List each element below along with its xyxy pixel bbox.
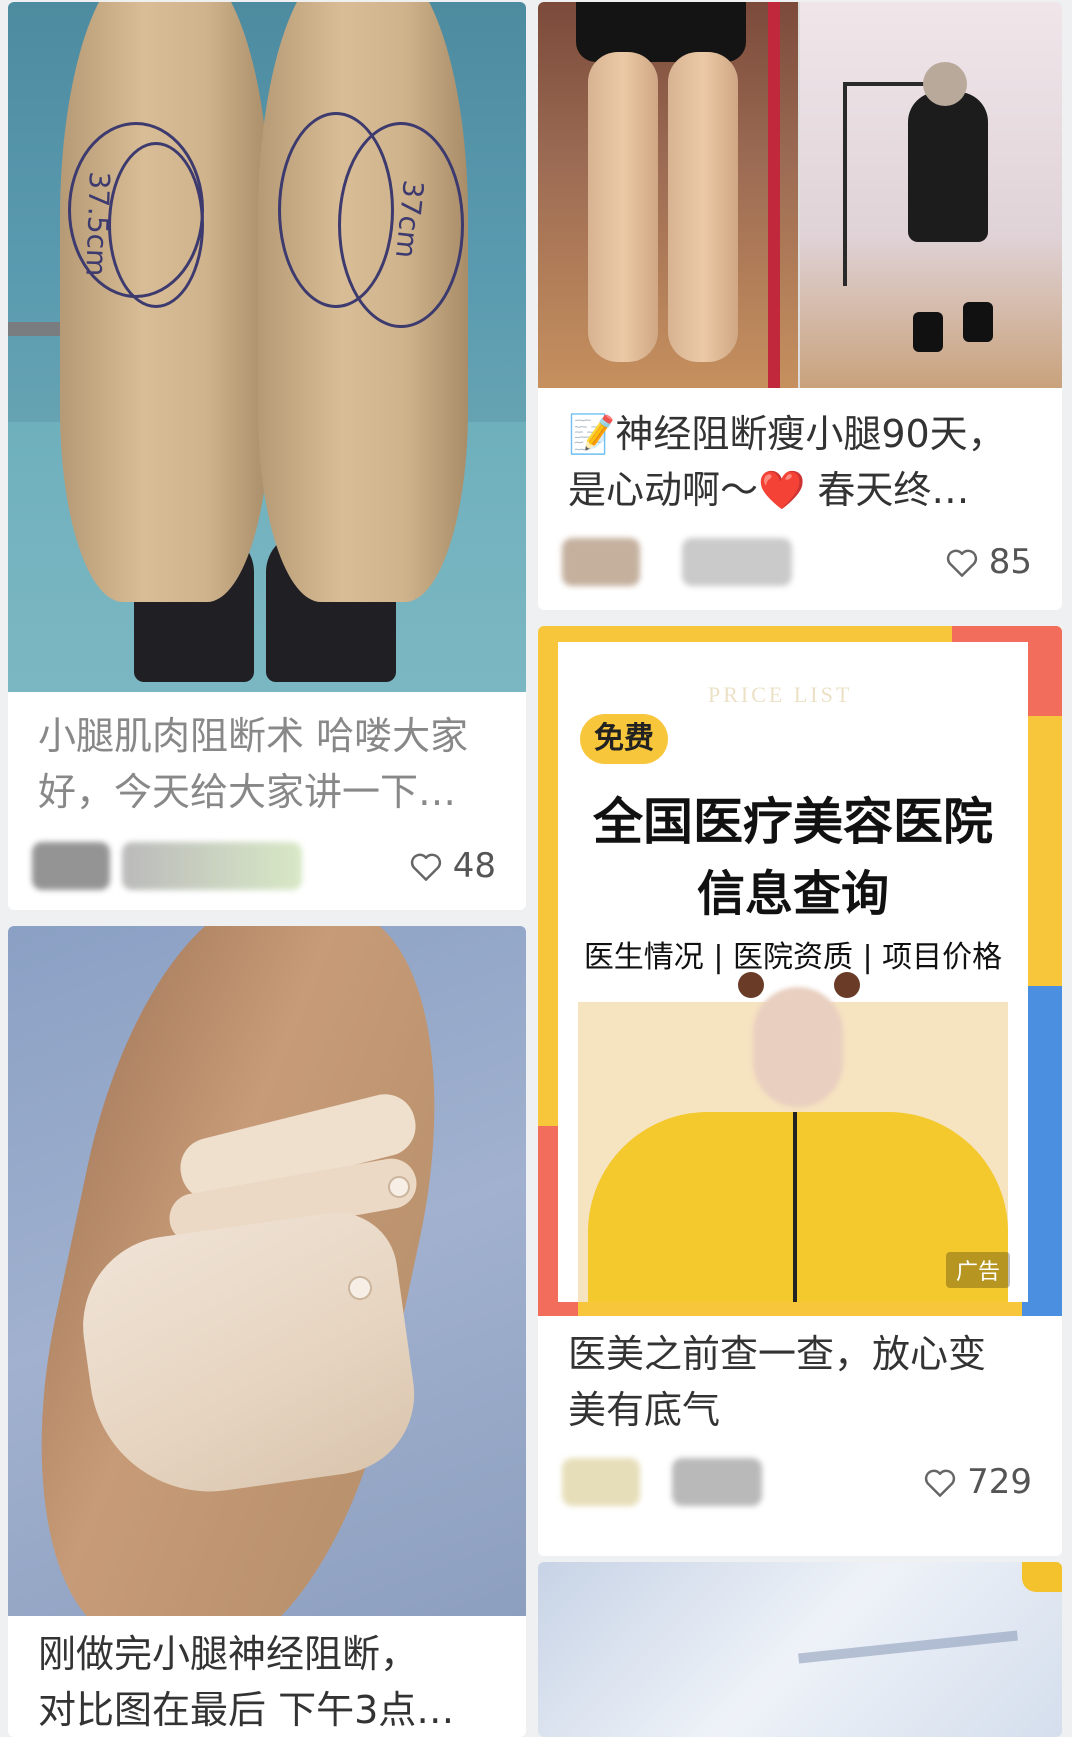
feed-card-nerve-block-90-days[interactable]: 📝神经阻断瘦小腿90天， 是心动啊～❤️ 春天终… 85 — [538, 2, 1062, 610]
like-button[interactable]: 729 — [923, 1452, 1032, 1512]
post-meta: 48 — [32, 836, 496, 896]
post-image — [8, 926, 526, 1616]
free-badge: 免费 — [580, 714, 668, 764]
post-image — [538, 2, 1062, 388]
author-name[interactable] — [122, 842, 302, 890]
author-name[interactable] — [682, 538, 792, 586]
post-title-line-2: 对比图在最后 下午3点… — [38, 1688, 455, 1732]
post-title-line-1: 医美之前查一查，放心变 — [568, 1332, 987, 1376]
like-count: 729 — [967, 1462, 1032, 1502]
post-image: 37.5cm 37cm — [8, 2, 526, 692]
ad-features: 医生情况 | 医院资质 | 项目价格 — [583, 940, 1003, 975]
post-image — [538, 1562, 1062, 1737]
author-avatar[interactable] — [32, 842, 110, 890]
post-meta: 729 — [562, 1452, 1032, 1512]
heart-outline-icon — [946, 549, 977, 577]
like-button[interactable]: 85 — [945, 532, 1032, 592]
author-avatar[interactable] — [562, 1458, 640, 1506]
ad-headline: 全国医疗美容医院 — [593, 793, 993, 851]
like-count: 48 — [452, 846, 496, 886]
post-meta: 85 — [562, 532, 1032, 592]
ad-subheadline: 信息查询 — [696, 866, 889, 922]
like-button[interactable]: 48 — [409, 836, 496, 896]
like-count: 85 — [988, 542, 1032, 582]
feed-card-partial[interactable] — [538, 1562, 1062, 1737]
feed-card-ad-clinic-lookup[interactable]: PRICE LIST 免费 全国医疗美容医院 信息查询 医生情况 | 医院资质 … — [538, 626, 1062, 1556]
heart-outline-icon — [410, 853, 441, 881]
post-title-line-1: 小腿肌肉阻断术 哈喽大家 — [38, 714, 469, 758]
ad-watermark: PRICE LIST — [708, 682, 853, 707]
calf-measure-left: 37.5cm — [79, 170, 116, 277]
post-title-line-2: 是心动啊～❤️ 春天终… — [568, 468, 970, 512]
ad-banner[interactable]: PRICE LIST 免费 全国医疗美容医院 信息查询 医生情况 | 医院资质 … — [538, 626, 1062, 1316]
author-name[interactable] — [672, 1458, 762, 1506]
author-avatar[interactable] — [562, 538, 640, 586]
heart-outline-icon — [924, 1469, 956, 1497]
post-title-line-1: 刚做完小腿神经阻断， — [38, 1632, 419, 1676]
ad-label: 广告 — [945, 1252, 1010, 1288]
post-title-line-2: 好，今天给大家讲一下… — [38, 770, 457, 814]
feed-card-calf-block[interactable]: 37.5cm 37cm 小腿肌肉阻断术 哈喽大家 好，今天给大家讲一下… 48 — [8, 2, 526, 910]
post-title-line-2: 美有底气 — [568, 1388, 721, 1432]
feed-card-knee-bandage[interactable]: 刚做完小腿神经阻断， 对比图在最后 下午3点… — [8, 926, 526, 1737]
ad-content: PRICE LIST 免费 全国医疗美容医院 信息查询 医生情况 | 医院资质 … — [558, 642, 1028, 1302]
post-title-line-1: 📝神经阻断瘦小腿90天， — [568, 412, 1006, 456]
